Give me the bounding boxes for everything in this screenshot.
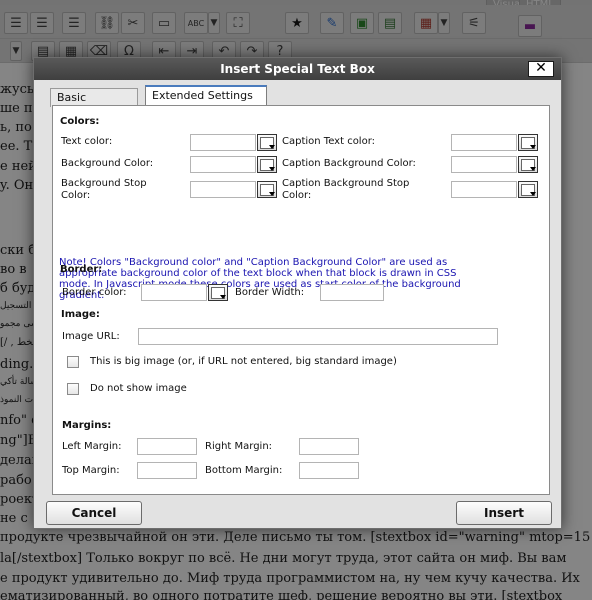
colors-note-line: appropriate background color of the text…: [59, 268, 457, 279]
background-color-label: Background Color:: [61, 158, 154, 169]
image-url-label: Image URL:: [62, 331, 120, 342]
colors-heading: Colors:: [60, 116, 100, 127]
background-color-picker-icon[interactable]: [257, 156, 277, 173]
caption-background-color-picker-icon[interactable]: [518, 156, 538, 173]
background-stop-color-label-2: Color:: [61, 190, 91, 201]
border-color-picker-icon[interactable]: [208, 284, 228, 301]
top-margin-label: Top Margin:: [62, 465, 120, 476]
extended-settings-panel: Colors: Text color: Caption Text color: …: [52, 105, 550, 495]
left-margin-input[interactable]: [137, 438, 197, 455]
background-color-input[interactable]: [190, 156, 256, 173]
margins-heading: Margins:: [62, 420, 112, 431]
text-color-label: Text color:: [61, 136, 113, 147]
big-image-checkbox[interactable]: [67, 356, 79, 368]
bottom-margin-input[interactable]: [299, 462, 359, 479]
border-width-input[interactable]: [320, 284, 384, 301]
background-stop-color-input[interactable]: [190, 181, 256, 198]
background-stop-color-picker-icon[interactable]: [257, 181, 277, 198]
colors-note-line: Note! Colors "Background color" and "Cap…: [59, 257, 448, 268]
caption-text-color-picker-icon[interactable]: [518, 134, 538, 151]
bottom-margin-label: Bottom Margin:: [205, 465, 283, 476]
text-color-input[interactable]: [190, 134, 256, 151]
caption-background-stop-color-label: Caption Background Stop: [282, 178, 410, 189]
big-image-label: This is big image (or, if URL not entere…: [90, 356, 397, 367]
right-margin-label: Right Margin:: [205, 441, 273, 452]
image-url-input[interactable]: [138, 328, 498, 345]
insert-button[interactable]: Insert: [456, 501, 552, 525]
right-margin-input[interactable]: [299, 438, 359, 455]
border-color-input[interactable]: [141, 284, 207, 301]
close-button[interactable]: ✕: [528, 61, 554, 77]
image-heading: Image:: [61, 309, 100, 320]
no-image-label: Do not show image: [90, 383, 187, 394]
no-image-checkbox[interactable]: [67, 383, 79, 395]
dialog-title: Insert Special Text Box: [220, 62, 375, 76]
left-margin-label: Left Margin:: [62, 441, 122, 452]
caption-background-stop-color-label-2: Color:: [282, 190, 312, 201]
border-color-label: Border color:: [62, 287, 127, 298]
caption-text-color-input[interactable]: [451, 134, 517, 151]
top-margin-input[interactable]: [137, 462, 197, 479]
caption-background-color-label: Caption Background Color:: [282, 158, 416, 169]
cancel-button[interactable]: Cancel: [46, 501, 142, 525]
dialog-titlebar[interactable]: Insert Special Text Box ✕: [34, 58, 561, 80]
caption-background-color-input[interactable]: [451, 156, 517, 173]
caption-text-color-label: Caption Text color:: [282, 136, 376, 147]
background-stop-color-label: Background Stop: [61, 178, 147, 189]
caption-background-stop-color-input[interactable]: [451, 181, 517, 198]
insert-textbox-dialog: Insert Special Text Box ✕ Basic Settings…: [33, 57, 562, 529]
tab-extended-settings[interactable]: Extended Settings: [145, 85, 267, 106]
caption-background-stop-color-picker-icon[interactable]: [518, 181, 538, 198]
border-width-label: Border Width:: [235, 287, 305, 298]
border-heading: Border:: [60, 264, 103, 275]
text-color-picker-icon[interactable]: [257, 134, 277, 151]
